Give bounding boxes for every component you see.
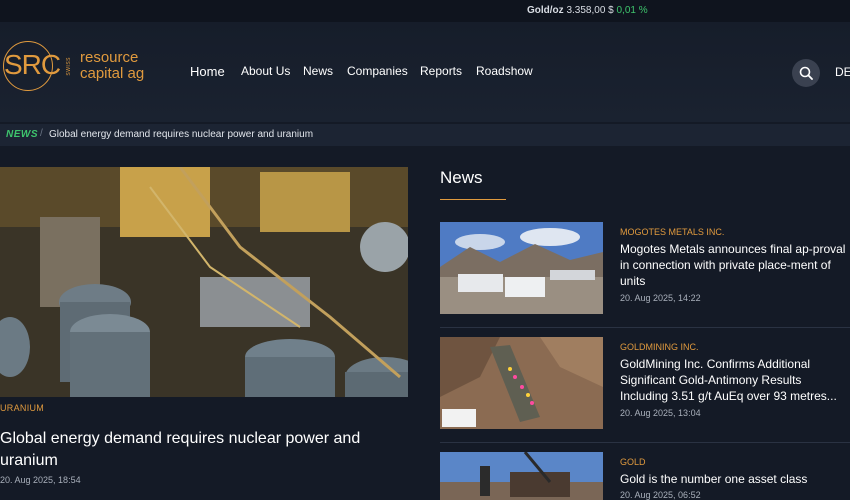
site-logo[interactable]: SRC SWISS resource capital ag	[0, 40, 160, 96]
gold-price-ticker[interactable]: Gold/oz 3.358,00 $ 0,01 %	[527, 5, 648, 16]
camp-picture	[440, 222, 603, 314]
logo-abbr: SRC	[4, 49, 61, 80]
news-date: 20. Aug 2025, 13:04	[620, 408, 701, 418]
nav-roadshow[interactable]: Roadshow	[476, 64, 533, 78]
search-icon	[799, 66, 813, 80]
hero-title[interactable]: Global energy demand requires nuclear po…	[0, 428, 400, 472]
ticker-change: 0,01 %	[616, 5, 648, 16]
news-title[interactable]: Gold is the number one asset class	[620, 471, 850, 487]
search-button[interactable]	[792, 59, 820, 87]
ticker-price: 3.358,00 $	[566, 5, 614, 16]
breadcrumb-title[interactable]: Global energy demand requires nuclear po…	[49, 129, 313, 140]
breadcrumb-separator: /	[40, 128, 43, 139]
nav-companies[interactable]: Companies	[347, 64, 408, 78]
breadcrumb-section[interactable]: NEWS	[6, 129, 38, 140]
logo-swiss: SWISS	[66, 57, 72, 76]
nav-reports[interactable]: Reports	[420, 64, 462, 78]
news-category[interactable]: MOGOTES METALS INC.	[620, 227, 724, 237]
hero-category[interactable]: URANIUM	[0, 403, 44, 413]
news-thumbnail[interactable]	[440, 452, 603, 500]
geology-map-picture	[440, 337, 603, 429]
nav-home[interactable]: Home	[190, 64, 225, 79]
news-category[interactable]: GOLDMINING INC.	[620, 342, 699, 352]
news-divider	[440, 327, 850, 328]
hero-plant-picture	[0, 167, 408, 397]
news-heading: News	[440, 168, 483, 187]
news-heading-underline	[440, 199, 506, 200]
nav-news[interactable]: News	[303, 64, 333, 78]
news-category[interactable]: GOLD	[620, 457, 646, 467]
news-date: 20. Aug 2025, 06:52	[620, 490, 701, 500]
site-header: SRC SWISS resource capital ag Home About…	[0, 22, 850, 122]
news-date: 20. Aug 2025, 14:22	[620, 293, 701, 303]
drill-rig-picture	[440, 452, 603, 500]
news-title[interactable]: Mogotes Metals announces final ap-proval…	[620, 241, 850, 289]
logo-line1: resource	[80, 49, 139, 66]
news-divider	[440, 442, 850, 443]
news-title[interactable]: GoldMining Inc. Confirms Additional Sign…	[620, 356, 850, 404]
hero-image[interactable]	[0, 167, 408, 397]
nav-about-us[interactable]: About Us	[241, 64, 290, 78]
language-switch[interactable]: DE	[835, 65, 850, 79]
ticker-bar: Gold/oz 3.358,00 $ 0,01 %	[0, 0, 850, 22]
news-thumbnail[interactable]	[440, 222, 603, 314]
hero-date: 20. Aug 2025, 18:54	[0, 475, 81, 485]
logo-line2: capital ag	[80, 65, 145, 82]
breadcrumb: NEWS / Global energy demand requires nuc…	[0, 124, 850, 146]
ticker-label: Gold/oz	[527, 5, 564, 16]
news-thumbnail[interactable]	[440, 337, 603, 429]
